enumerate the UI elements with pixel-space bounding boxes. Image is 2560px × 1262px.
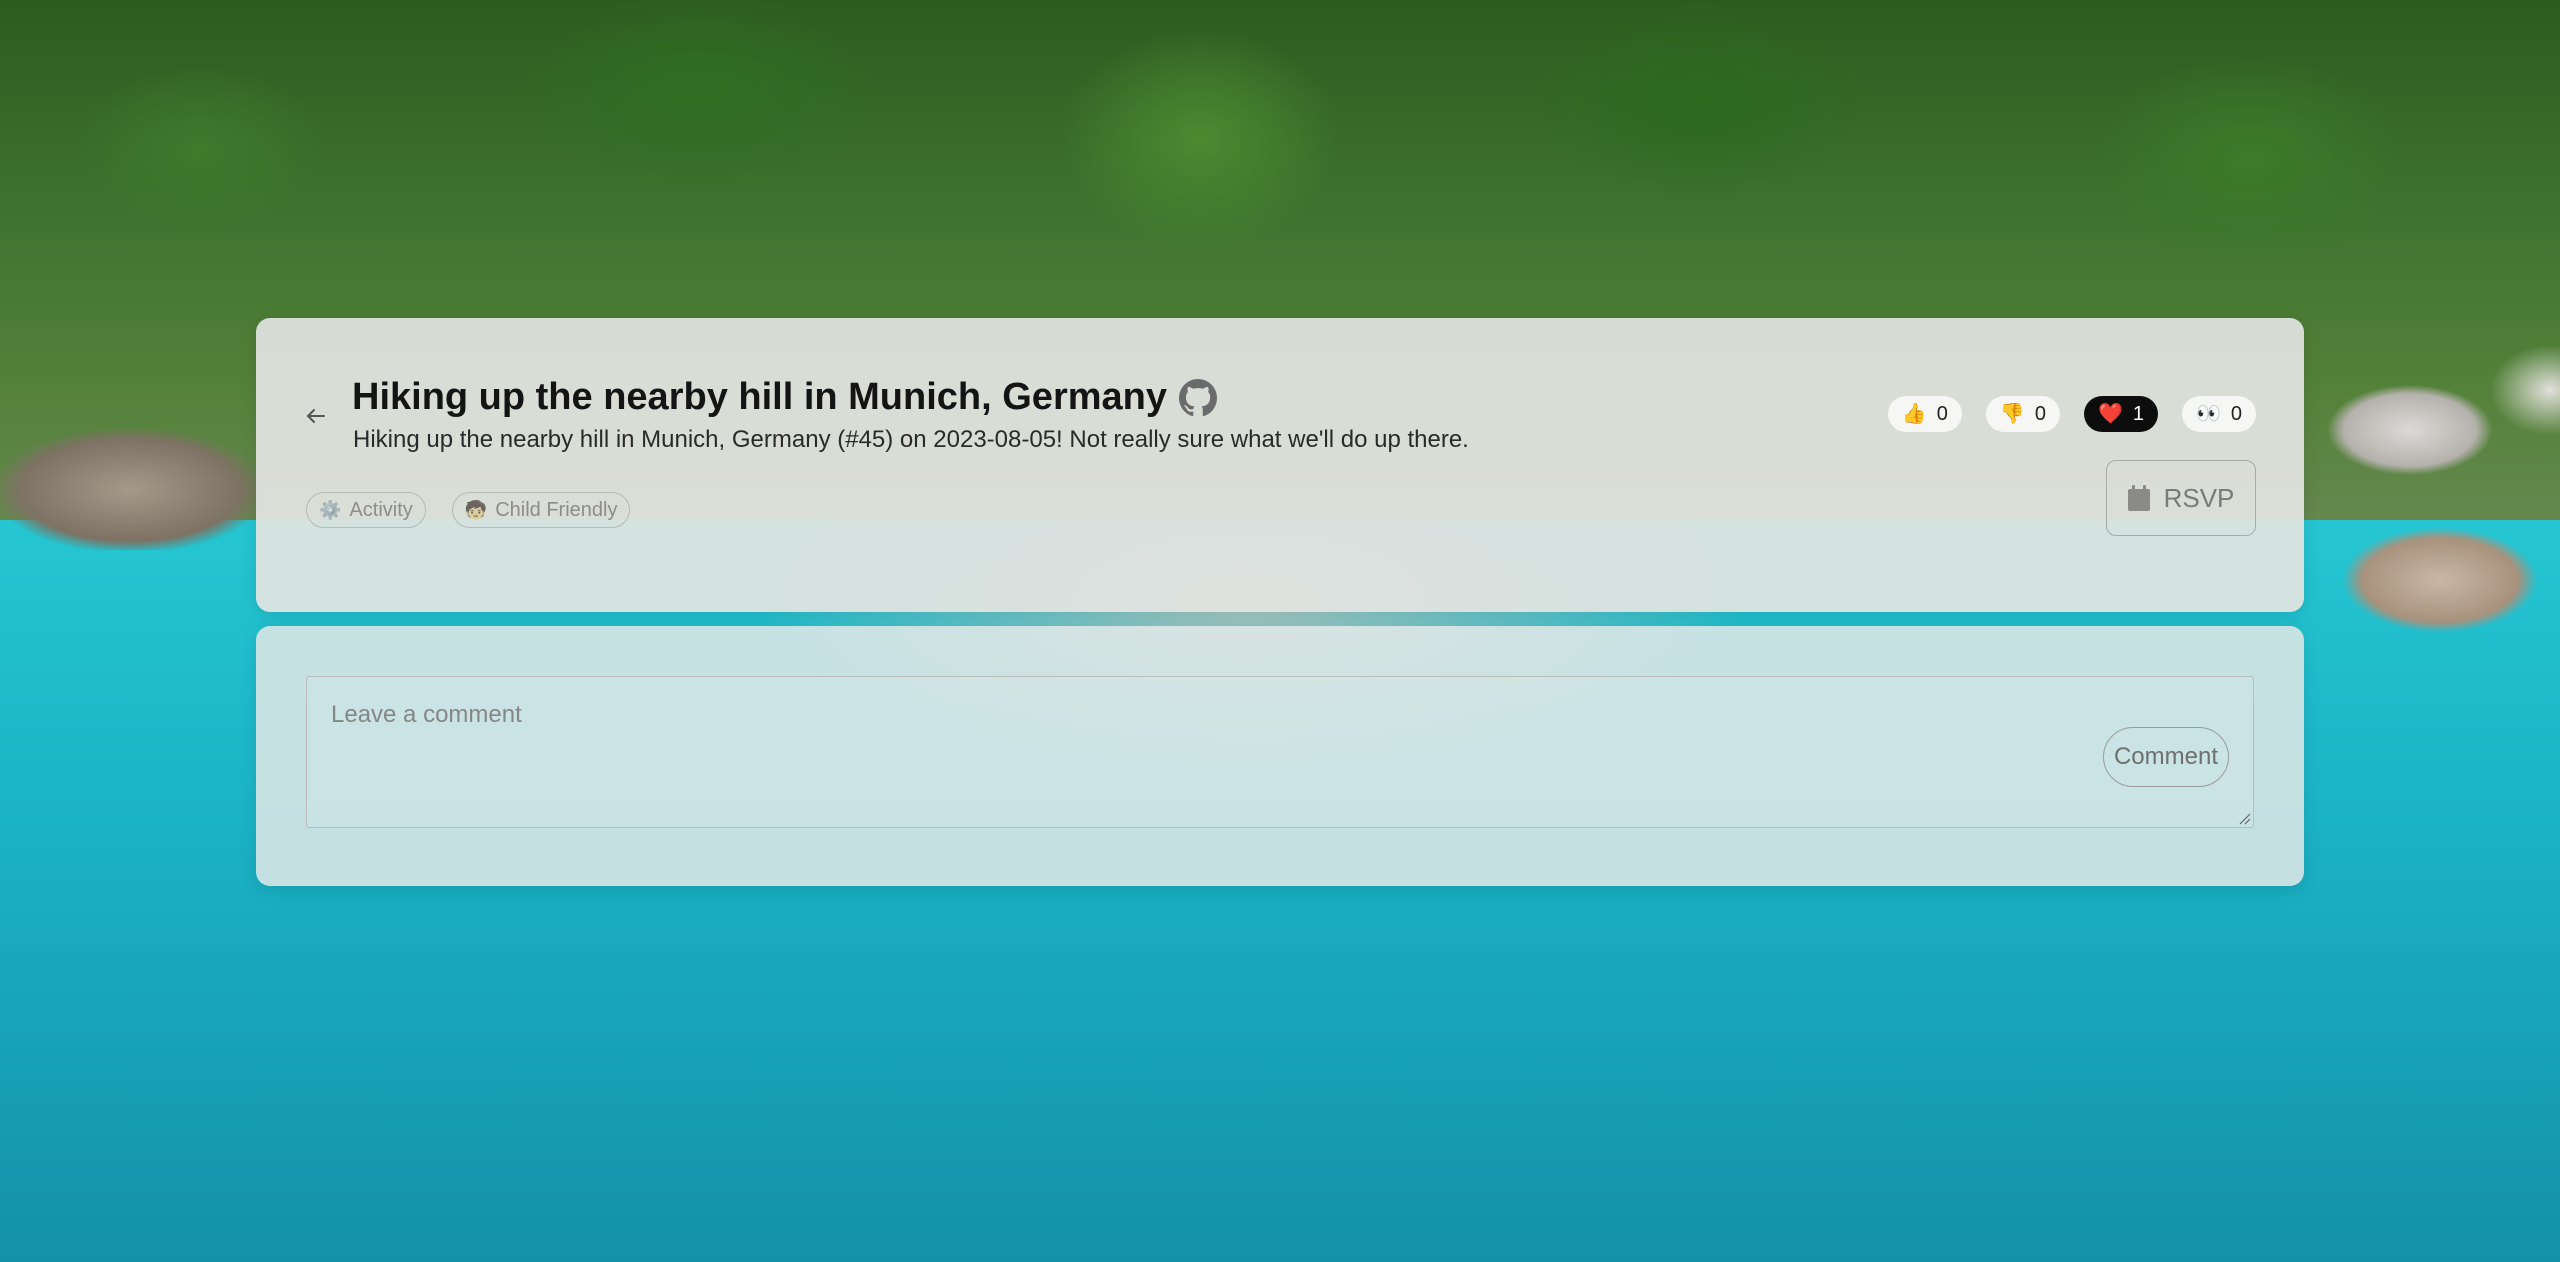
resize-handle-icon[interactable] bbox=[2237, 811, 2251, 825]
rsvp-label: RSVP bbox=[2163, 482, 2235, 513]
tag-label: Activity bbox=[349, 498, 413, 521]
background-rocks-left bbox=[0, 430, 260, 550]
reaction-count: 1 bbox=[2132, 402, 2144, 425]
event-subtitle: Hiking up the nearby hill in Munich, Ger… bbox=[353, 426, 1469, 453]
back-button[interactable] bbox=[298, 398, 334, 434]
tag-list: ⚙️ Activity 🧒 Child Friendly bbox=[306, 492, 631, 528]
child-emoji-icon: 🧒 bbox=[464, 499, 488, 520]
tag-activity[interactable]: ⚙️ Activity bbox=[306, 492, 426, 528]
github-icon[interactable] bbox=[1179, 378, 1217, 417]
reaction-thumbs-down[interactable]: 👎 0 bbox=[1985, 396, 2060, 432]
thumbs-up-icon: 👍 bbox=[1901, 403, 1927, 425]
calendar-icon bbox=[2127, 485, 2150, 511]
thumbs-down-icon: 👎 bbox=[1999, 403, 2025, 425]
tag-child-friendly[interactable]: 🧒 Child Friendly bbox=[451, 492, 631, 528]
event-card: Hiking up the nearby hill in Munich, Ger… bbox=[256, 318, 2304, 612]
comment-input[interactable] bbox=[307, 677, 2253, 827]
background-rocks-right bbox=[2290, 340, 2560, 660]
tag-label: Child Friendly bbox=[495, 498, 618, 521]
arrow-left-icon bbox=[307, 409, 325, 423]
comment-box: Comment bbox=[306, 676, 2254, 828]
comment-card: Comment bbox=[256, 626, 2304, 886]
reaction-count: 0 bbox=[2034, 402, 2046, 425]
reaction-count: 0 bbox=[2230, 402, 2242, 425]
event-title: Hiking up the nearby hill in Munich, Ger… bbox=[352, 376, 1167, 418]
reaction-bar: 👍 0 👎 0 ❤️ 1 👀 0 bbox=[1887, 396, 2256, 432]
title-row: Hiking up the nearby hill in Munich, Ger… bbox=[352, 376, 1217, 419]
gear-emoji-icon: ⚙️ bbox=[319, 499, 342, 520]
reaction-count: 0 bbox=[1936, 402, 1948, 425]
reaction-thumbs-up[interactable]: 👍 0 bbox=[1887, 396, 1962, 432]
rsvp-button[interactable]: RSVP bbox=[2106, 460, 2256, 536]
reaction-heart[interactable]: ❤️ 1 bbox=[2083, 396, 2158, 432]
reaction-eyes[interactable]: 👀 0 bbox=[2181, 396, 2256, 432]
comment-submit-button[interactable]: Comment bbox=[2102, 727, 2229, 787]
eyes-icon: 👀 bbox=[2195, 403, 2221, 425]
heart-icon: ❤️ bbox=[2097, 403, 2123, 425]
